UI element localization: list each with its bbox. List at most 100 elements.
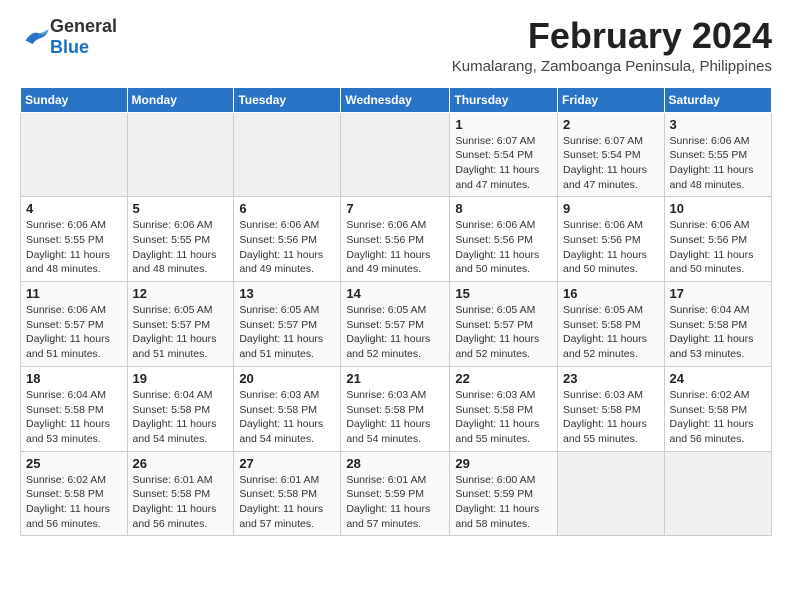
calendar-cell: 5 Sunrise: 6:06 AM Sunset: 5:55 PM Daylig…	[127, 197, 234, 282]
day-info: Sunrise: 6:05 AM Sunset: 5:57 PM Dayligh…	[239, 303, 335, 362]
calendar-table: SundayMondayTuesdayWednesdayThursdayFrid…	[20, 87, 772, 537]
month-title: February 2024	[452, 16, 772, 56]
day-info: Sunrise: 6:04 AM Sunset: 5:58 PM Dayligh…	[26, 388, 122, 447]
weekday-header: Saturday	[664, 87, 771, 112]
day-number: 21	[346, 371, 444, 386]
calendar-cell: 6 Sunrise: 6:06 AM Sunset: 5:56 PM Daylig…	[234, 197, 341, 282]
calendar-cell: 25 Sunrise: 6:02 AM Sunset: 5:58 PM Dayli…	[21, 451, 128, 536]
location-text: Kumalarang, Zamboanga Peninsula, Philipp…	[452, 58, 772, 75]
day-number: 4	[26, 201, 122, 216]
calendar-cell	[127, 112, 234, 197]
day-info: Sunrise: 6:05 AM Sunset: 5:57 PM Dayligh…	[346, 303, 444, 362]
day-number: 10	[670, 201, 766, 216]
calendar-week-row: 1 Sunrise: 6:07 AM Sunset: 5:54 PM Daylig…	[21, 112, 772, 197]
weekday-header: Thursday	[450, 87, 558, 112]
calendar-header-row: SundayMondayTuesdayWednesdayThursdayFrid…	[21, 87, 772, 112]
calendar-cell: 7 Sunrise: 6:06 AM Sunset: 5:56 PM Daylig…	[341, 197, 450, 282]
day-number: 27	[239, 456, 335, 471]
day-info: Sunrise: 6:07 AM Sunset: 5:54 PM Dayligh…	[455, 134, 552, 193]
calendar-cell: 21 Sunrise: 6:03 AM Sunset: 5:58 PM Dayli…	[341, 366, 450, 451]
calendar-cell	[558, 451, 665, 536]
calendar-cell: 18 Sunrise: 6:04 AM Sunset: 5:58 PM Dayli…	[21, 366, 128, 451]
day-number: 23	[563, 371, 659, 386]
day-info: Sunrise: 6:01 AM Sunset: 5:58 PM Dayligh…	[239, 473, 335, 532]
calendar-cell: 24 Sunrise: 6:02 AM Sunset: 5:58 PM Dayli…	[664, 366, 771, 451]
day-number: 6	[239, 201, 335, 216]
day-number: 19	[133, 371, 229, 386]
logo-blue-text: Blue	[50, 37, 89, 57]
weekday-header: Sunday	[21, 87, 128, 112]
day-info: Sunrise: 6:06 AM Sunset: 5:56 PM Dayligh…	[455, 218, 552, 277]
calendar-week-row: 11 Sunrise: 6:06 AM Sunset: 5:57 PM Dayli…	[21, 282, 772, 367]
title-block: February 2024 Kumalarang, Zamboanga Peni…	[452, 16, 772, 75]
day-info: Sunrise: 6:05 AM Sunset: 5:57 PM Dayligh…	[455, 303, 552, 362]
day-info: Sunrise: 6:03 AM Sunset: 5:58 PM Dayligh…	[239, 388, 335, 447]
day-number: 29	[455, 456, 552, 471]
day-info: Sunrise: 6:03 AM Sunset: 5:58 PM Dayligh…	[563, 388, 659, 447]
day-info: Sunrise: 6:01 AM Sunset: 5:59 PM Dayligh…	[346, 473, 444, 532]
day-number: 5	[133, 201, 229, 216]
day-info: Sunrise: 6:06 AM Sunset: 5:56 PM Dayligh…	[346, 218, 444, 277]
day-info: Sunrise: 6:03 AM Sunset: 5:58 PM Dayligh…	[455, 388, 552, 447]
day-number: 12	[133, 286, 229, 301]
calendar-cell: 27 Sunrise: 6:01 AM Sunset: 5:58 PM Dayli…	[234, 451, 341, 536]
day-info: Sunrise: 6:04 AM Sunset: 5:58 PM Dayligh…	[670, 303, 766, 362]
day-number: 3	[670, 117, 766, 132]
weekday-header: Monday	[127, 87, 234, 112]
logo-general-text: General	[50, 16, 117, 36]
day-info: Sunrise: 6:03 AM Sunset: 5:58 PM Dayligh…	[346, 388, 444, 447]
calendar-cell: 14 Sunrise: 6:05 AM Sunset: 5:57 PM Dayli…	[341, 282, 450, 367]
day-info: Sunrise: 6:02 AM Sunset: 5:58 PM Dayligh…	[670, 388, 766, 447]
day-info: Sunrise: 6:02 AM Sunset: 5:58 PM Dayligh…	[26, 473, 122, 532]
day-number: 28	[346, 456, 444, 471]
calendar-cell: 23 Sunrise: 6:03 AM Sunset: 5:58 PM Dayli…	[558, 366, 665, 451]
page-header: General Blue February 2024 Kumalarang, Z…	[20, 16, 772, 75]
calendar-cell	[21, 112, 128, 197]
day-number: 11	[26, 286, 122, 301]
calendar-cell: 2Sunrise: 6:07 AM Sunset: 5:54 PM Daylig…	[558, 112, 665, 197]
calendar-cell: 20 Sunrise: 6:03 AM Sunset: 5:58 PM Dayli…	[234, 366, 341, 451]
day-info: Sunrise: 6:06 AM Sunset: 5:55 PM Dayligh…	[670, 134, 766, 193]
calendar-cell: 29Sunrise: 6:00 AM Sunset: 5:59 PM Dayli…	[450, 451, 558, 536]
calendar-cell	[341, 112, 450, 197]
day-number: 14	[346, 286, 444, 301]
day-info: Sunrise: 6:07 AM Sunset: 5:54 PM Dayligh…	[563, 134, 659, 193]
calendar-cell: 28 Sunrise: 6:01 AM Sunset: 5:59 PM Dayli…	[341, 451, 450, 536]
day-info: Sunrise: 6:06 AM Sunset: 5:57 PM Dayligh…	[26, 303, 122, 362]
day-number: 1	[455, 117, 552, 132]
day-number: 7	[346, 201, 444, 216]
day-info: Sunrise: 6:06 AM Sunset: 5:55 PM Dayligh…	[133, 218, 229, 277]
calendar-cell: 9Sunrise: 6:06 AM Sunset: 5:56 PM Daylig…	[558, 197, 665, 282]
calendar-body: 1 Sunrise: 6:07 AM Sunset: 5:54 PM Daylig…	[21, 112, 772, 536]
calendar-cell: 10 Sunrise: 6:06 AM Sunset: 5:56 PM Dayli…	[664, 197, 771, 282]
day-number: 16	[563, 286, 659, 301]
day-info: Sunrise: 6:06 AM Sunset: 5:56 PM Dayligh…	[670, 218, 766, 277]
calendar-cell: 8Sunrise: 6:06 AM Sunset: 5:56 PM Daylig…	[450, 197, 558, 282]
day-info: Sunrise: 6:06 AM Sunset: 5:56 PM Dayligh…	[239, 218, 335, 277]
calendar-week-row: 25 Sunrise: 6:02 AM Sunset: 5:58 PM Dayli…	[21, 451, 772, 536]
calendar-cell: 4Sunrise: 6:06 AM Sunset: 5:55 PM Daylig…	[21, 197, 128, 282]
calendar-cell: 26Sunrise: 6:01 AM Sunset: 5:58 PM Dayli…	[127, 451, 234, 536]
day-number: 15	[455, 286, 552, 301]
day-number: 20	[239, 371, 335, 386]
day-number: 24	[670, 371, 766, 386]
day-info: Sunrise: 6:01 AM Sunset: 5:58 PM Dayligh…	[133, 473, 229, 532]
calendar-cell: 3 Sunrise: 6:06 AM Sunset: 5:55 PM Daylig…	[664, 112, 771, 197]
day-number: 25	[26, 456, 122, 471]
day-info: Sunrise: 6:06 AM Sunset: 5:56 PM Dayligh…	[563, 218, 659, 277]
calendar-cell: 15 Sunrise: 6:05 AM Sunset: 5:57 PM Dayli…	[450, 282, 558, 367]
calendar-cell: 1 Sunrise: 6:07 AM Sunset: 5:54 PM Daylig…	[450, 112, 558, 197]
logo-bird-icon	[22, 26, 50, 48]
calendar-cell: 19 Sunrise: 6:04 AM Sunset: 5:58 PM Dayli…	[127, 366, 234, 451]
day-number: 17	[670, 286, 766, 301]
day-info: Sunrise: 6:05 AM Sunset: 5:57 PM Dayligh…	[133, 303, 229, 362]
calendar-cell: 12 Sunrise: 6:05 AM Sunset: 5:57 PM Dayli…	[127, 282, 234, 367]
day-number: 18	[26, 371, 122, 386]
calendar-cell: 11 Sunrise: 6:06 AM Sunset: 5:57 PM Dayli…	[21, 282, 128, 367]
calendar-week-row: 4 Sunrise: 6:06 AM Sunset: 5:55 PM Daylig…	[21, 197, 772, 282]
calendar-cell: 16Sunrise: 6:05 AM Sunset: 5:58 PM Dayli…	[558, 282, 665, 367]
day-info: Sunrise: 6:04 AM Sunset: 5:58 PM Dayligh…	[133, 388, 229, 447]
calendar-cell: 17 Sunrise: 6:04 AM Sunset: 5:58 PM Dayli…	[664, 282, 771, 367]
weekday-header: Tuesday	[234, 87, 341, 112]
weekday-header: Friday	[558, 87, 665, 112]
